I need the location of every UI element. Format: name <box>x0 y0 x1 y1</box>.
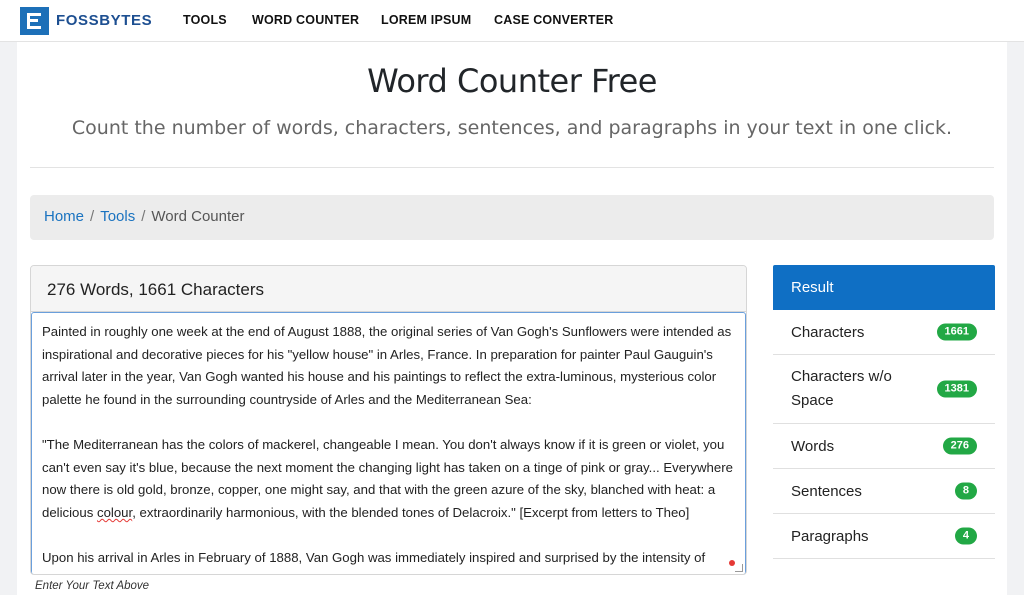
text-paragraph: Upon his arrival in Arles in February of… <box>42 549 711 574</box>
nav-tools[interactable]: TOOLS <box>183 13 227 27</box>
result-label: Sentences <box>791 482 862 500</box>
count-badge: 276 <box>942 437 977 455</box>
word-char-summary: 276 Words, 1661 Characters <box>31 266 746 312</box>
fossbytes-logo-icon[interactable] <box>20 7 49 35</box>
result-row-characters: Characters 1661 <box>773 310 995 355</box>
editor-card: 276 Words, 1661 Characters Painted in ro… <box>30 265 747 575</box>
text-input-area[interactable]: Painted in roughly one week at the end o… <box>31 312 746 574</box>
result-row-words: Words 276 <box>773 424 995 469</box>
result-row-paragraphs: Paragraphs 4 <box>773 514 995 559</box>
breadcrumb: Home / Tools / Word Counter <box>30 195 994 240</box>
breadcrumb-separator: / <box>90 208 95 225</box>
divider <box>30 167 994 168</box>
result-row-sentences: Sentences 8 <box>773 469 995 514</box>
result-header: Result <box>773 265 995 310</box>
text-paragraph: Painted in roughly one week at the end o… <box>42 324 732 407</box>
text-paragraph: "The Mediterranean has the colors of mac… <box>42 436 733 520</box>
top-navbar: FOSSBYTES TOOLS WORD COUNTER LOREM IPSUM… <box>0 0 1024 42</box>
count-badge: 1381 <box>936 380 977 398</box>
result-panel: Result Characters 1661 Characters w/o Sp… <box>773 265 995 559</box>
count-badge: 4 <box>954 527 977 545</box>
breadcrumb-current: Word Counter <box>151 208 245 225</box>
nav-case-converter[interactable]: CASE CONVERTER <box>494 13 613 27</box>
count-badge: 8 <box>954 482 977 500</box>
result-label: Characters <box>791 323 865 341</box>
page-subtitle: Count the number of words, characters, s… <box>71 117 953 139</box>
count-badge: 1661 <box>936 323 977 341</box>
breadcrumb-separator: / <box>141 208 146 225</box>
result-label: Words <box>791 437 835 455</box>
brand-name[interactable]: FOSSBYTES <box>56 12 152 29</box>
breadcrumb-home-link[interactable]: Home <box>44 208 84 225</box>
result-row-characters-no-space: Characters w/o Space 1381 <box>773 355 995 424</box>
input-hint: Enter Your Text Above <box>35 580 150 592</box>
page-title: Word Counter Free <box>367 62 657 100</box>
nav-word-counter[interactable]: WORD COUNTER <box>252 13 359 27</box>
breadcrumb-tools-link[interactable]: Tools <box>100 208 135 225</box>
result-label: Paragraphs <box>791 527 869 545</box>
resize-handle-icon[interactable] <box>735 564 743 572</box>
misspelled-word: colour <box>96 504 133 520</box>
main-container: Word Counter Free Count the number of wo… <box>17 42 1007 595</box>
result-label: Characters w/o Space <box>791 368 892 409</box>
nav-lorem-ipsum[interactable]: LOREM IPSUM <box>381 13 471 27</box>
